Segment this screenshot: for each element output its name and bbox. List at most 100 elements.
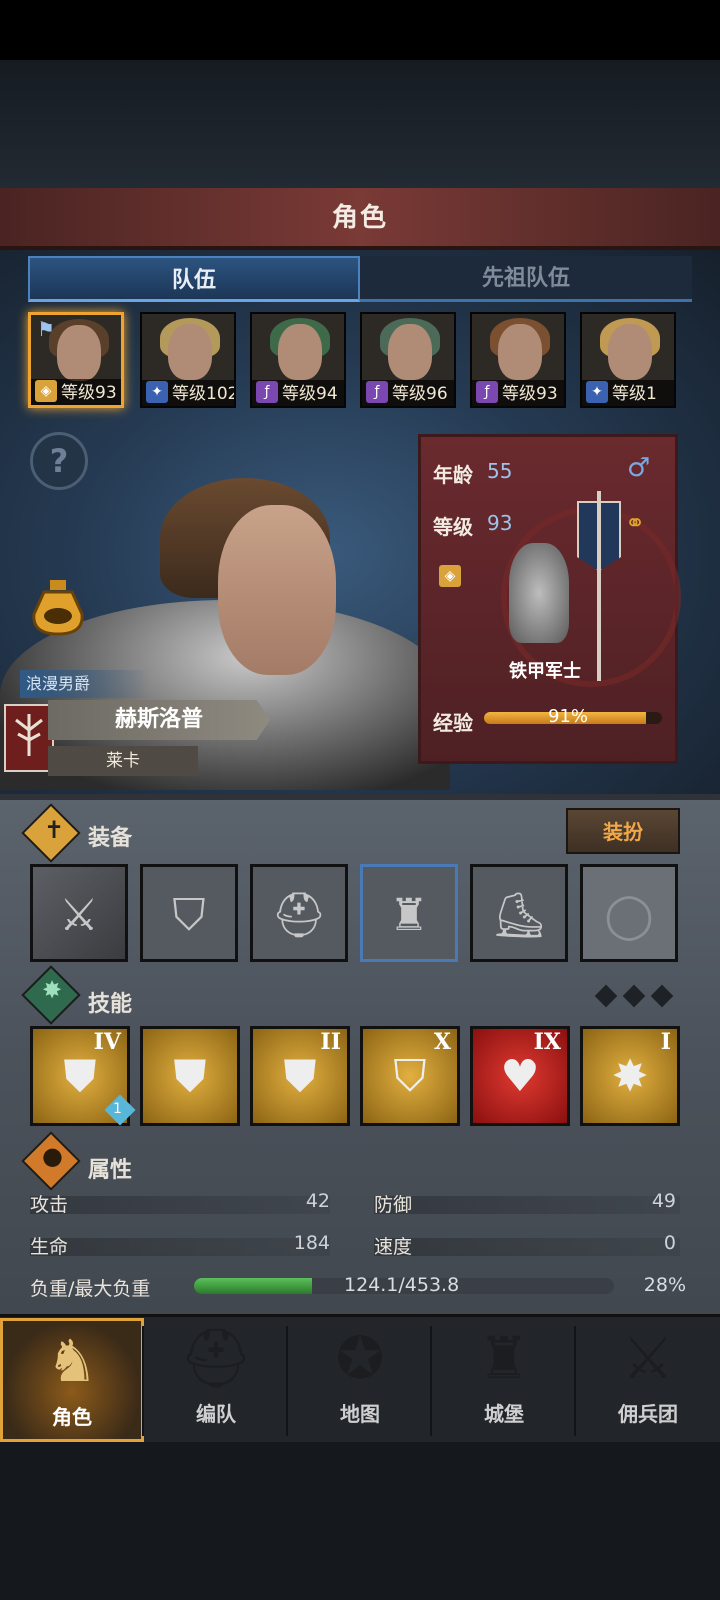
stat-line xyxy=(30,1196,330,1214)
armor-icon[interactable]: ♜ xyxy=(360,864,458,962)
shield-icon: ◈ xyxy=(35,380,57,402)
hero-portrait xyxy=(218,505,336,675)
title-bar: 角色 xyxy=(0,188,720,250)
skills-title: 技能 xyxy=(88,992,133,1017)
helmet-icon[interactable]: ⛑ xyxy=(250,864,348,962)
skill-shield-break[interactable]: ✸ I xyxy=(580,1026,680,1126)
age-label: 年龄 xyxy=(433,463,473,487)
level-label: 等级 xyxy=(433,515,473,539)
nav-label: 角色 xyxy=(52,1405,92,1429)
defense-value: 49 xyxy=(651,1190,676,1212)
party-member-card[interactable]: ƒ 等级94 xyxy=(250,312,346,408)
skill-shield-fist[interactable]: ⛊ II xyxy=(250,1026,350,1126)
gender-icon: ♂ xyxy=(627,453,651,483)
skill-slot-indicators xyxy=(592,984,676,1008)
nav-formation[interactable]: ⛑ 编队 xyxy=(144,1318,288,1442)
nav-castle[interactable]: ♜ 城堡 xyxy=(432,1318,576,1442)
speed-label: 速度 xyxy=(374,1236,413,1258)
shield-icon[interactable]: ⛉ xyxy=(140,864,238,962)
age-value: 55 xyxy=(487,459,513,483)
nav-label: 地图 xyxy=(340,1402,380,1426)
party-member-level: 等级93 xyxy=(61,383,117,403)
party-member-level: 等级1 xyxy=(612,384,657,404)
exp-percent: 91% xyxy=(548,706,589,727)
castle-icon: ♜ xyxy=(478,1324,530,1392)
skill-rank: II xyxy=(320,1029,341,1055)
person-glyph: ● xyxy=(42,1142,63,1170)
party-member-level: 等级96 xyxy=(392,384,448,404)
sword-icon: ✦ xyxy=(146,381,168,403)
outfit-button[interactable]: 装扮 xyxy=(566,808,680,854)
nav-label: 编队 xyxy=(196,1402,236,1426)
skill-rank: IV xyxy=(93,1029,121,1055)
skill-shield-strike[interactable]: ⛊ IV 1 xyxy=(30,1026,136,1126)
skill-rank: I xyxy=(660,1029,671,1055)
equipment-title: 装备 xyxy=(88,826,133,851)
party-member-card[interactable]: ✦ 等级1 xyxy=(580,312,676,408)
hp-value: 184 xyxy=(293,1232,330,1254)
help-button[interactable]: ? xyxy=(30,432,88,490)
nav-mercenary[interactable]: ⚔ 佣兵团 xyxy=(576,1318,720,1442)
class-name: 铁甲军士 xyxy=(509,661,581,682)
exp-label: 经验 xyxy=(433,711,473,735)
rings-icon[interactable]: ⚭ xyxy=(625,509,645,537)
attributes-title: 属性 xyxy=(88,1158,133,1183)
stat-line xyxy=(374,1196,680,1214)
skill-shield[interactable]: ⛉ X xyxy=(360,1026,460,1126)
nav-label: 佣兵团 xyxy=(618,1402,678,1426)
staff-icon: ƒ xyxy=(476,381,498,403)
class-soldier-art xyxy=(509,543,569,643)
level-value: 93 xyxy=(487,511,513,535)
hp-label: 生命 xyxy=(30,1236,69,1258)
ring-icon[interactable]: ◯ xyxy=(580,864,678,962)
sword-icon: ✦ xyxy=(586,381,608,403)
top-background xyxy=(0,60,720,190)
hero-origin: 莱卡 xyxy=(48,746,198,776)
hero-title: 浪漫男爵 xyxy=(20,670,150,698)
party-member-card[interactable]: ⚑ ◈ 等级93 xyxy=(28,312,124,408)
helmet-icon: ⛑ xyxy=(179,1324,253,1392)
defense-label: 防御 xyxy=(374,1194,413,1216)
party-member-level: 等级93 xyxy=(502,384,558,404)
stat-line xyxy=(374,1238,680,1256)
skill-rank: IX xyxy=(533,1029,561,1055)
nav-map[interactable]: ✪ 地图 xyxy=(288,1318,432,1442)
party-member-card[interactable]: ƒ 等级93 xyxy=(470,312,566,408)
bottom-background xyxy=(0,1442,720,1600)
party-member-level: 等级94 xyxy=(282,384,338,404)
knight-icon: ♞ xyxy=(46,1327,98,1395)
star-glyph: ✸ xyxy=(42,976,63,1004)
nav-label: 城堡 xyxy=(484,1402,524,1426)
attack-label: 攻击 xyxy=(30,1194,69,1216)
mercenary-icon: ⚔ xyxy=(622,1324,674,1392)
tab-ancestor-party[interactable]: 先祖队伍 xyxy=(360,256,692,302)
house-banner-icon xyxy=(4,704,54,772)
party-member-level: 等级102 xyxy=(172,384,236,404)
banner-pole xyxy=(597,491,601,681)
party-member-card[interactable]: ✦ 等级102 xyxy=(140,312,236,408)
cross-icon: ✝ xyxy=(44,816,65,844)
shield-icon: ◈ xyxy=(439,565,461,587)
load-percent: 28% xyxy=(643,1274,686,1296)
skill-heartbeat[interactable]: ♥ IX xyxy=(470,1026,570,1126)
skill-rank: X xyxy=(433,1029,451,1055)
page-title: 角色 xyxy=(331,203,388,233)
load-label: 负重/最大负重 xyxy=(30,1278,151,1300)
status-bar xyxy=(0,0,720,60)
tab-party[interactable]: 队伍 xyxy=(28,256,360,302)
hero-name: 赫斯洛普 xyxy=(48,700,270,740)
skill-weight-shield[interactable]: ⛊ xyxy=(140,1026,240,1126)
flag-icon: ⚑ xyxy=(37,317,55,341)
load-value: 124.1/453.8 xyxy=(344,1274,460,1296)
banner-weapon-icon[interactable]: ⚔ xyxy=(30,864,128,962)
staff-icon: ƒ xyxy=(366,381,388,403)
load-bar-fill xyxy=(194,1278,312,1294)
staff-icon: ƒ xyxy=(256,381,278,403)
potion-icon[interactable] xyxy=(30,578,86,636)
speed-value: 0 xyxy=(663,1232,676,1254)
nav-character[interactable]: ♞ 角色 xyxy=(0,1318,144,1442)
party-member-card[interactable]: ƒ 等级96 xyxy=(360,312,456,408)
skill-badge-count: 1 xyxy=(113,1101,122,1117)
compass-icon: ✪ xyxy=(335,1324,385,1392)
boots-icon[interactable]: ⛸ xyxy=(470,864,568,962)
